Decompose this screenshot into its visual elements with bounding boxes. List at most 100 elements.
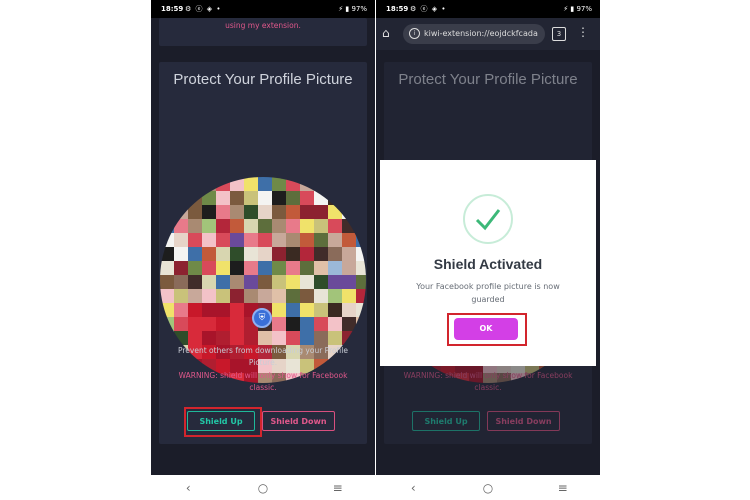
recents-icon[interactable]: ≡ bbox=[323, 481, 353, 495]
mosaic-tile bbox=[202, 289, 216, 303]
mosaic-tile bbox=[174, 191, 188, 205]
mosaic-tile bbox=[356, 359, 366, 373]
mosaic-tile bbox=[216, 247, 230, 261]
mosaic-tile bbox=[328, 177, 342, 191]
mosaic-tile bbox=[258, 247, 272, 261]
mosaic-tile bbox=[174, 317, 188, 331]
mosaic-tile bbox=[272, 331, 286, 345]
mosaic-tile bbox=[356, 219, 366, 233]
system-nav-bar: ‹ ○ ≡ bbox=[376, 475, 600, 500]
mosaic-tile bbox=[272, 247, 286, 261]
recents-icon[interactable]: ≡ bbox=[548, 481, 578, 495]
mosaic-tile bbox=[314, 303, 328, 317]
mosaic-tile bbox=[188, 233, 202, 247]
home-icon[interactable]: ⌂ bbox=[382, 26, 390, 40]
mosaic-tile bbox=[174, 233, 188, 247]
back-icon[interactable]: ‹ bbox=[173, 481, 203, 495]
mosaic-tile bbox=[160, 191, 174, 205]
mosaic-tile bbox=[342, 289, 356, 303]
mosaic-tile bbox=[300, 331, 314, 345]
mosaic-tile bbox=[160, 275, 174, 289]
phone-screen-right: 18:59 ⚙ ⓔ ◈ • ⚡ ▮ 97% ⌂ i kiwi-extension:… bbox=[376, 0, 600, 500]
home-circle-icon[interactable]: ○ bbox=[248, 481, 278, 495]
mosaic-tile bbox=[581, 373, 591, 383]
mosaic-tile bbox=[216, 233, 230, 247]
mosaic-tile bbox=[230, 317, 244, 331]
info-icon[interactable]: i bbox=[409, 28, 420, 39]
mosaic-tile bbox=[300, 261, 314, 275]
mosaic-tile bbox=[314, 275, 328, 289]
mosaic-tile bbox=[230, 191, 244, 205]
mosaic-tile bbox=[202, 205, 216, 219]
mosaic-tile bbox=[342, 247, 356, 261]
mosaic-tile bbox=[188, 303, 202, 317]
url-field[interactable]: i kiwi-extension://eojdckfcada bbox=[403, 24, 545, 44]
mosaic-tile bbox=[328, 275, 342, 289]
mosaic-tile bbox=[342, 261, 356, 275]
mosaic-tile bbox=[160, 331, 174, 345]
mosaic-tile bbox=[216, 331, 230, 345]
mosaic-tile bbox=[356, 233, 366, 247]
mosaic-tile bbox=[328, 233, 342, 247]
browser-toolbar: ⌂ i kiwi-extension://eojdckfcada 3 ⋮ bbox=[376, 18, 600, 50]
mosaic-tile bbox=[202, 177, 216, 191]
mosaic-tile bbox=[286, 205, 300, 219]
mosaic-tile bbox=[202, 191, 216, 205]
mosaic-tile bbox=[342, 331, 356, 345]
top-note-text: using my extension. bbox=[225, 21, 301, 30]
mosaic-tile bbox=[202, 261, 216, 275]
mosaic-tile bbox=[328, 331, 342, 345]
system-nav-bar: ‹ ○ ≡ bbox=[151, 475, 375, 500]
mosaic-tile bbox=[244, 205, 258, 219]
mosaic-tile bbox=[356, 303, 366, 317]
mosaic-tile bbox=[342, 317, 356, 331]
more-vert-icon[interactable]: ⋮ bbox=[577, 25, 589, 39]
mosaic-tile bbox=[286, 219, 300, 233]
highlight-box-ok bbox=[447, 313, 527, 346]
card-description: Prevent others from downloading your Pro… bbox=[178, 346, 348, 367]
mosaic-tile bbox=[328, 191, 342, 205]
mosaic-tile bbox=[314, 219, 328, 233]
mosaic-tile bbox=[174, 331, 188, 345]
mosaic-tile bbox=[314, 317, 328, 331]
mosaic-tile bbox=[328, 247, 342, 261]
shield-down-button[interactable]: Shield Down bbox=[487, 411, 560, 431]
mosaic-tile bbox=[174, 247, 188, 261]
mosaic-tile bbox=[216, 219, 230, 233]
mosaic-tile bbox=[258, 233, 272, 247]
mosaic-tile bbox=[356, 191, 366, 205]
mosaic-tile bbox=[202, 317, 216, 331]
mosaic-tile bbox=[314, 261, 328, 275]
mosaic-tile bbox=[188, 317, 202, 331]
mosaic-tile bbox=[328, 219, 342, 233]
mosaic-tile bbox=[300, 289, 314, 303]
mosaic-tile bbox=[258, 261, 272, 275]
mosaic-tile bbox=[356, 261, 366, 275]
mosaic-tile bbox=[314, 191, 328, 205]
mosaic-tile bbox=[188, 289, 202, 303]
mosaic-tile bbox=[272, 205, 286, 219]
shield-up-button[interactable]: Shield Up bbox=[412, 411, 480, 431]
tabs-icon[interactable]: 3 bbox=[552, 27, 566, 41]
mosaic-tile bbox=[286, 247, 300, 261]
mosaic-tile bbox=[230, 219, 244, 233]
mosaic-tile bbox=[174, 275, 188, 289]
back-icon[interactable]: ‹ bbox=[398, 481, 428, 495]
mosaic-tile bbox=[300, 205, 314, 219]
mosaic-tile bbox=[286, 275, 300, 289]
mosaic-tile bbox=[328, 205, 342, 219]
mosaic-tile bbox=[258, 289, 272, 303]
warning-text: WARNING: shield will only show for Faceb… bbox=[403, 371, 573, 392]
mosaic-tile bbox=[230, 275, 244, 289]
mosaic-tile bbox=[230, 205, 244, 219]
mosaic-tile bbox=[286, 303, 300, 317]
mosaic-tile bbox=[300, 303, 314, 317]
mosaic-tile bbox=[328, 289, 342, 303]
mosaic-tile bbox=[160, 317, 174, 331]
mosaic-tile bbox=[342, 303, 356, 317]
shield-down-button[interactable]: Shield Down bbox=[262, 411, 335, 431]
mosaic-tile bbox=[272, 303, 286, 317]
dialog-message: Your Facebook profile picture is now gua… bbox=[416, 282, 560, 304]
home-circle-icon[interactable]: ○ bbox=[473, 481, 503, 495]
mosaic-tile bbox=[258, 191, 272, 205]
